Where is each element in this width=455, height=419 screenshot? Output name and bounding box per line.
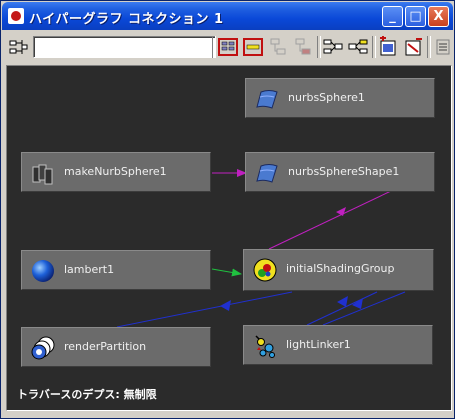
window-title: ハイパーグラフ コネクション 1: [29, 12, 224, 27]
node-label: nurbsSphere1: [288, 91, 365, 104]
close-button[interactable]: X: [428, 6, 449, 27]
wire-render-to-sg: [116, 291, 293, 328]
node-label: lightLinker1: [286, 338, 351, 351]
nurbs-surface-icon: [256, 164, 278, 183]
wire-arrowhead: [336, 207, 346, 216]
node-lightLinker1[interactable]: lightLinker1: [243, 325, 433, 365]
wire-shape-to-sg: [268, 190, 392, 250]
toolbar: [5, 34, 451, 61]
node-label: lambert1: [64, 263, 115, 276]
node-nurbsSphereShape1[interactable]: nurbsSphereShape1: [245, 152, 435, 192]
toolbar-separator: [317, 36, 321, 58]
maya-app-icon: [8, 8, 24, 24]
clear-graph-icon[interactable]: [432, 36, 454, 58]
graph-up-icon[interactable]: [267, 36, 289, 58]
node-initialShadingGroup[interactable]: initialShadingGroup: [243, 249, 434, 291]
shading-group-icon: [253, 258, 277, 282]
wire-lambert-to-sg: [211, 268, 242, 277]
material-sphere-icon: [32, 260, 54, 282]
node-lambert1[interactable]: lambert1: [21, 250, 211, 290]
search-input[interactable]: [33, 36, 216, 58]
input-connections-icon[interactable]: [322, 36, 344, 58]
output-connections-icon[interactable]: [347, 36, 369, 58]
frame-all-icon[interactable]: [217, 36, 239, 58]
add-selected-icon[interactable]: [377, 35, 399, 58]
history-node-icon: [32, 164, 53, 185]
node-label: makeNurbSphere1: [64, 165, 167, 178]
toolbar-separator: [372, 36, 376, 58]
remove-selected-icon[interactable]: [402, 36, 424, 58]
toolbar-separator: [427, 36, 431, 58]
nurbs-surface-icon: [256, 90, 278, 109]
node-makeNurbSphere1[interactable]: makeNurbSphere1: [21, 152, 211, 192]
title-bar[interactable]: ハイパーグラフ コネクション 1 _ □ X: [2, 2, 453, 30]
traversal-depth-status: トラバースのデプス: 無制限: [17, 388, 157, 401]
graph-nav-icon[interactable]: [7, 36, 29, 58]
node-renderPartition[interactable]: renderPartition: [21, 327, 211, 367]
node-label: renderPartition: [64, 340, 147, 353]
partition-icon: [31, 336, 55, 360]
light-linker-icon: [255, 335, 275, 358]
hypergraph-canvas[interactable]: nurbsSphere1 makeNurbSphere1 nurbsSphere…: [6, 65, 452, 411]
wire-linker-to-sg-a: [306, 291, 378, 326]
node-label: nurbsSphereShape1: [288, 165, 400, 178]
wire-arrowhead: [220, 300, 231, 311]
graph-down-icon[interactable]: [292, 36, 314, 58]
node-nurbsSphere1[interactable]: nurbsSphere1: [245, 78, 435, 118]
minimize-button[interactable]: _: [382, 6, 403, 27]
hypergraph-window: ハイパーグラフ コネクション 1 _ □ X nurbsSphere1 make…: [0, 0, 455, 419]
node-label: initialShadingGroup: [286, 262, 395, 275]
maximize-button[interactable]: □: [405, 6, 426, 27]
frame-selection-icon[interactable]: [242, 36, 264, 58]
wire-arrowhead: [337, 296, 348, 307]
wire-linker-to-sg-b: [322, 291, 406, 326]
toolbar-separator: [212, 36, 216, 58]
